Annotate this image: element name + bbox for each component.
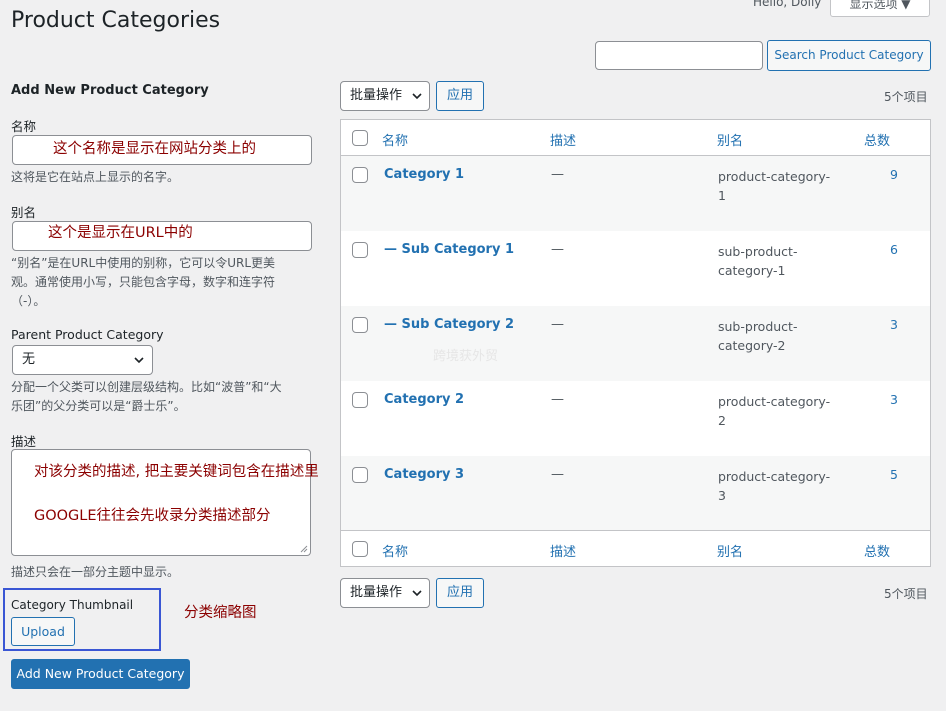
category-slug: sub-product-category-1 xyxy=(718,244,798,278)
category-description: — xyxy=(551,317,564,332)
thumbnail-annotation: 分类缩略图 xyxy=(184,605,257,621)
slug-hint-line-3: （-）。 xyxy=(11,294,46,308)
table-header: 名称 描述 别名 总数 xyxy=(341,120,930,156)
item-count-top: 5个项目 xyxy=(884,90,928,104)
description-hint: 描述只会在一部分主题中显示。 xyxy=(11,565,180,579)
category-description: — xyxy=(551,467,564,482)
category-description: — xyxy=(551,167,564,182)
slug-annotation: 这个是显示在URL中的 xyxy=(48,225,193,241)
upload-button[interactable]: Upload xyxy=(11,617,75,646)
row-checkbox[interactable] xyxy=(352,242,368,258)
category-slug: product-category-3 xyxy=(718,469,831,503)
category-slug: product-category-2 xyxy=(718,394,831,428)
chevron-down-icon xyxy=(412,590,422,597)
row-checkbox[interactable] xyxy=(352,317,368,333)
description-annotation-2: GOOGLE往往会先收录分类描述部分 xyxy=(34,508,271,524)
category-count-link[interactable]: 3 xyxy=(890,392,898,407)
chevron-down-icon xyxy=(134,357,144,364)
name-hint: 这将是它在站点上显示的名字。 xyxy=(11,170,180,184)
chevron-down-icon xyxy=(412,93,422,100)
row-checkbox[interactable] xyxy=(352,392,368,408)
thumbnail-label: Category Thumbnail xyxy=(11,598,134,612)
parent-label: Parent Product Category xyxy=(11,327,164,342)
parent-hint-line-1: 分配一个父类可以创建层级结构。比如“波普”和“大 xyxy=(11,380,282,394)
page-title: Product Categories xyxy=(11,8,221,33)
table-footer: 名称 描述 别名 总数 xyxy=(341,530,930,566)
description-label: 描述 xyxy=(11,434,37,449)
category-count-link[interactable]: 6 xyxy=(890,242,898,257)
bulk-action-select-bottom[interactable]: 批量操作 xyxy=(340,578,430,608)
category-name-link[interactable]: Category 3 xyxy=(384,467,464,482)
column-name[interactable]: 名称 xyxy=(382,130,408,149)
slug-hint-line-2: 观。通常使用小写，只能包含字母，数字和连字符 xyxy=(11,275,276,289)
table-row: — Sub Category 2 — sub-product-category-… xyxy=(341,306,930,381)
bulk-action-select-top[interactable]: 批量操作 xyxy=(340,81,430,111)
item-count-bottom: 5个项目 xyxy=(884,587,928,601)
category-name-link[interactable]: — Sub Category 2 xyxy=(384,317,514,332)
category-count-link[interactable]: 5 xyxy=(890,467,898,482)
footer-column-slug[interactable]: 别名 xyxy=(717,541,743,560)
table-row: Category 3 — product-category-3 5 xyxy=(341,456,930,531)
category-slug: product-category-1 xyxy=(718,169,831,203)
name-label: 名称 xyxy=(11,119,37,134)
category-name-link[interactable]: Category 1 xyxy=(384,167,464,182)
user-greeting[interactable]: Hello, Dolly xyxy=(753,0,821,9)
column-count[interactable]: 总数 xyxy=(864,130,890,149)
search-input[interactable] xyxy=(595,41,763,70)
table-row: Category 1 — product-category-1 9 xyxy=(341,156,930,231)
slug-label: 别名 xyxy=(11,205,37,220)
bulk-action-value: 批量操作 xyxy=(350,585,403,600)
parent-hint-line-2: 乐团”的父分类可以是“爵士乐”。 xyxy=(11,399,186,413)
footer-column-name[interactable]: 名称 xyxy=(382,541,408,560)
column-description[interactable]: 描述 xyxy=(550,130,576,149)
form-heading: Add New Product Category xyxy=(11,83,209,98)
slug-hint-line-1: “别名”是在URL中使用的别称，它可以令URL更美 xyxy=(11,256,276,270)
category-name-link[interactable]: — Sub Category 1 xyxy=(384,242,514,257)
apply-button-bottom[interactable]: 应用 xyxy=(436,578,484,608)
search-button[interactable]: Search Product Category xyxy=(767,40,931,71)
table-row: Category 2 — product-category-2 3 xyxy=(341,381,930,456)
categories-table: 名称 描述 别名 总数 Category 1 — product-categor… xyxy=(340,119,931,567)
name-annotation: 这个名称是显示在网站分类上的 xyxy=(53,141,256,157)
category-count-link[interactable]: 9 xyxy=(890,167,898,182)
screen-options-button[interactable]: 显示选项 ▼ xyxy=(830,0,930,17)
parent-select-value: 无 xyxy=(22,352,36,367)
category-slug: sub-product-category-2 xyxy=(718,319,798,353)
column-slug[interactable]: 别名 xyxy=(717,130,743,149)
footer-column-description[interactable]: 描述 xyxy=(550,541,576,560)
category-description: — xyxy=(551,242,564,257)
footer-column-count[interactable]: 总数 xyxy=(864,541,890,560)
resize-grip-icon[interactable] xyxy=(300,545,308,553)
category-name-link[interactable]: Category 2 xyxy=(384,392,464,407)
watermark-text: 跨境获外贸 xyxy=(433,349,499,364)
row-checkbox[interactable] xyxy=(352,167,368,183)
category-count-link[interactable]: 3 xyxy=(890,317,898,332)
apply-button-top[interactable]: 应用 xyxy=(436,81,484,111)
description-annotation-1: 对该分类的描述, 把主要关键词包含在描述里 xyxy=(34,464,319,480)
select-all-checkbox[interactable] xyxy=(352,130,368,146)
bulk-action-value: 批量操作 xyxy=(350,88,403,103)
table-row: — Sub Category 1 — sub-product-category-… xyxy=(341,231,930,306)
row-checkbox[interactable] xyxy=(352,467,368,483)
select-all-checkbox-footer[interactable] xyxy=(352,541,368,557)
category-description: — xyxy=(551,392,564,407)
parent-category-select[interactable]: 无 xyxy=(12,345,153,375)
add-category-button[interactable]: Add New Product Category xyxy=(11,659,190,689)
